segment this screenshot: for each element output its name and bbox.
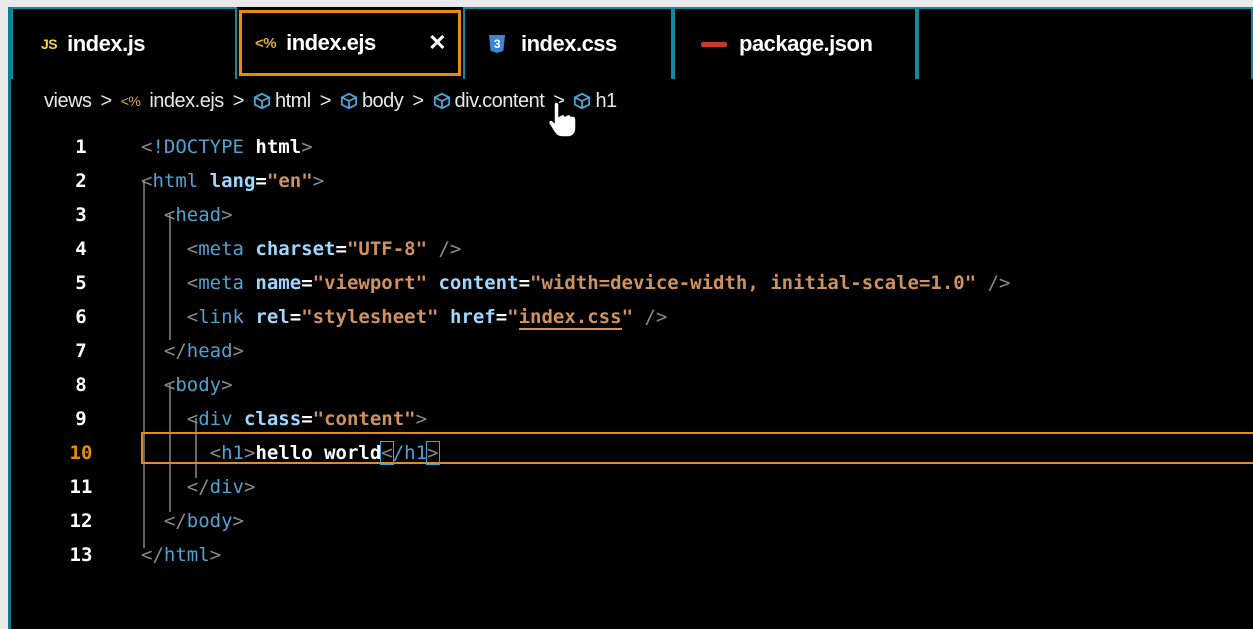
- tab-bar-empty: [917, 7, 1253, 79]
- css-icon: 3: [489, 35, 505, 53]
- line-number: 10: [69, 442, 93, 464]
- code-line[interactable]: 9 <div class="content">: [11, 402, 1253, 436]
- window-frame-left: [0, 7, 8, 629]
- line-number: 12: [69, 510, 93, 532]
- hand-cursor-icon: [547, 101, 577, 138]
- breadcrumb-label: body: [361, 89, 404, 112]
- code-line[interactable]: 7 </head>: [11, 334, 1253, 368]
- code-text: <head>: [163, 204, 233, 226]
- breadcrumb-item-html[interactable]: html: [253, 90, 311, 113]
- code-text: </html>: [141, 544, 222, 566]
- code-line[interactable]: 5 <meta name="viewport" content="width=d…: [11, 266, 1253, 300]
- breadcrumb-item-body[interactable]: body: [340, 89, 404, 113]
- tab-package-json[interactable]: package.json: [673, 7, 917, 79]
- code-text: <!DOCTYPE html>: [141, 136, 313, 158]
- ejs-icon: <%: [255, 34, 277, 52]
- symbol-cube-icon: [340, 93, 358, 110]
- tab-index-ejs[interactable]: <% index.ejs ✕: [239, 10, 461, 76]
- symbol-cube-icon: [433, 93, 450, 110]
- code-line[interactable]: 1 <!DOCTYPE html>: [11, 130, 1253, 164]
- chevron-right-icon: >: [319, 89, 332, 112]
- line-number: 3: [75, 204, 87, 226]
- tab-bar: JS index.js <% index.ejs ✕ 3 index.css p…: [11, 7, 1253, 79]
- chevron-right-icon: >: [412, 89, 424, 112]
- code-line[interactable]: 11 </div>: [11, 470, 1253, 504]
- code-text: <h1>hello world</h1>: [209, 441, 440, 465]
- breadcrumb-label: html: [274, 89, 311, 112]
- tab-index-css[interactable]: 3 index.css: [463, 7, 673, 79]
- breadcrumb-label: h1: [595, 89, 617, 112]
- line-number: 6: [75, 306, 87, 328]
- code-line[interactable]: 3 <head>: [11, 198, 1253, 232]
- code-line[interactable]: 4 <meta charset="UTF-8" />: [11, 232, 1253, 266]
- code-text: </body>: [163, 510, 244, 532]
- window-frame-top: [0, 0, 1253, 7]
- line-number: 11: [69, 476, 93, 498]
- code-text: <meta name="viewport" content="width=dev…: [186, 272, 1011, 294]
- chevron-right-icon: >: [232, 89, 245, 112]
- ejs-icon: <%: [120, 93, 141, 109]
- code-line[interactable]: 13 </html>: [11, 538, 1253, 572]
- code-text: <div class="content">: [186, 408, 428, 430]
- code-text: <body>: [163, 374, 233, 396]
- code-text: </div>: [186, 476, 256, 498]
- breadcrumb-folder[interactable]: views: [44, 90, 92, 113]
- breadcrumb-label: div.content: [454, 89, 545, 112]
- chevron-right-icon: >: [100, 89, 113, 112]
- json-icon: [701, 41, 727, 47]
- line-number: 4: [75, 238, 87, 260]
- code-text: <link rel="stylesheet" href="index.css" …: [186, 306, 668, 330]
- tab-label: package.json: [739, 31, 873, 56]
- code-line[interactable]: 10 <h1>hello world</h1>: [11, 436, 1253, 470]
- line-number: 7: [75, 340, 87, 362]
- line-number: 8: [75, 374, 87, 396]
- tab-label: index.js: [67, 31, 146, 56]
- line-number: 5: [75, 272, 87, 294]
- code-editor[interactable]: 1 <!DOCTYPE html> 2 <html lang="en"> 3 <head…: [11, 120, 1253, 629]
- code-line[interactable]: 8 <body>: [11, 368, 1253, 402]
- line-number: 1: [75, 136, 87, 158]
- symbol-cube-icon: [253, 93, 271, 110]
- line-number: 9: [75, 408, 87, 430]
- line-number: 13: [69, 544, 93, 566]
- code-line[interactable]: 6 <link rel="stylesheet" href="index.css…: [11, 300, 1253, 334]
- code-line[interactable]: 2 <html lang="en">: [11, 164, 1253, 198]
- breadcrumb-item-h1[interactable]: h1: [573, 89, 617, 113]
- breadcrumb-item-div-content[interactable]: div.content: [433, 90, 545, 113]
- tab-label: index.ejs: [286, 30, 376, 55]
- breadcrumb-file[interactable]: index.ejs: [149, 90, 224, 113]
- code-text: </head>: [163, 340, 244, 362]
- js-icon: JS: [41, 36, 58, 52]
- tab-index-js[interactable]: JS index.js: [11, 7, 237, 79]
- breadcrumb: views > <% index.ejs > html > body > div…: [44, 86, 617, 116]
- tab-label: index.css: [521, 31, 617, 56]
- close-icon[interactable]: ✕: [428, 30, 446, 56]
- code-text: <html lang="en">: [141, 170, 325, 192]
- code-line[interactable]: 12 </body>: [11, 504, 1253, 538]
- line-number: 2: [75, 170, 87, 192]
- code-text: <meta charset="UTF-8" />: [186, 238, 462, 260]
